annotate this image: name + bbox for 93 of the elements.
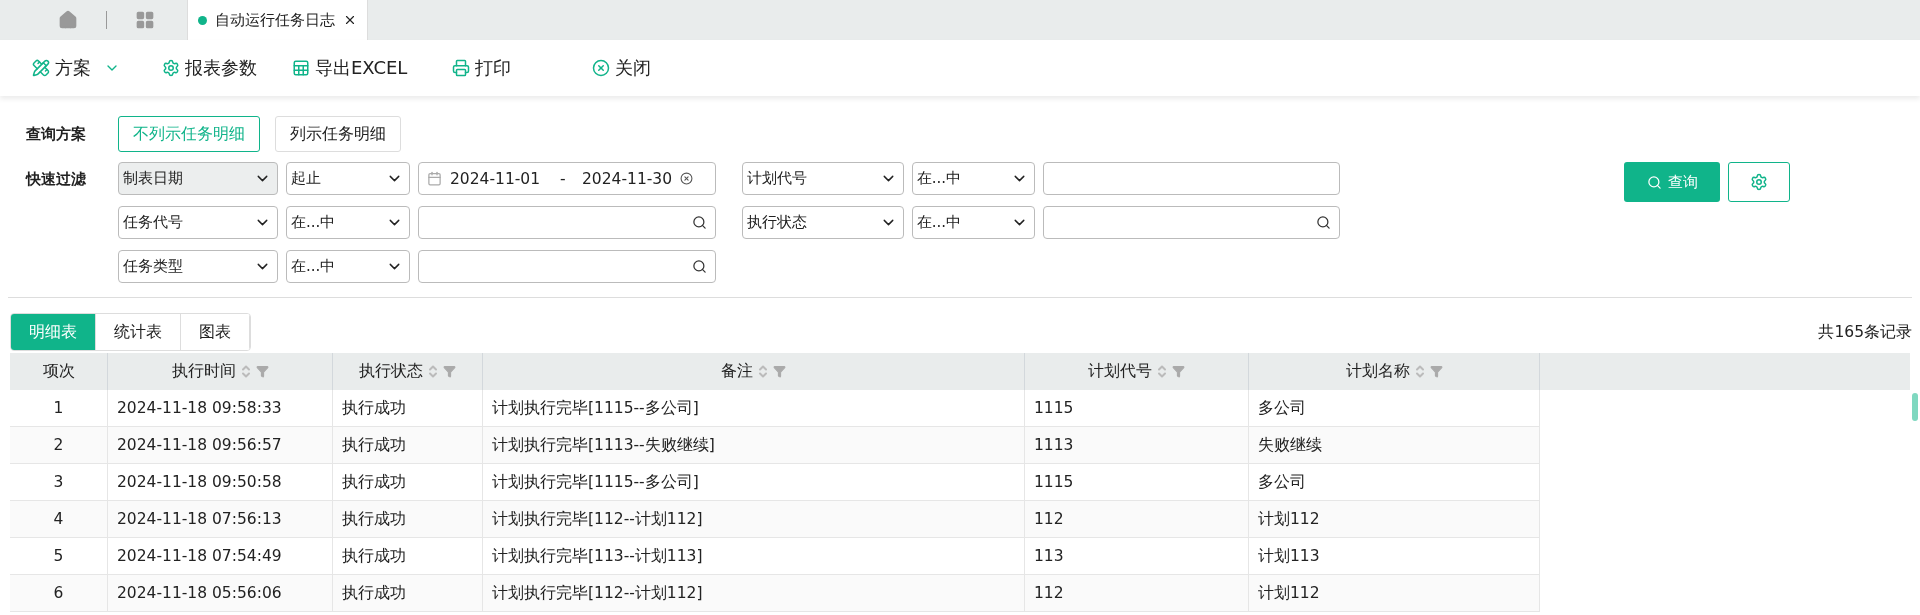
search-icon xyxy=(1646,174,1662,190)
spreadsheet-icon xyxy=(292,59,310,77)
table-cell: 执行成功 xyxy=(333,427,483,464)
column-header[interactable]: 执行状态 xyxy=(333,353,483,390)
search-icon xyxy=(692,259,707,274)
gear-icon xyxy=(1750,173,1768,191)
record-count: 共165条记录 xyxy=(1818,322,1912,343)
table-cell: 计划113 xyxy=(1249,538,1540,575)
table-cell: 执行成功 xyxy=(333,538,483,575)
table-cell: 计划112 xyxy=(1249,501,1540,538)
field-select[interactable]: 任务类型 xyxy=(118,250,278,283)
value-field[interactable] xyxy=(418,206,716,239)
grid-icon xyxy=(135,10,155,30)
plan-option-button[interactable]: 列示任务明细 xyxy=(275,116,401,152)
status-dot-icon xyxy=(198,15,207,25)
toolbar-button[interactable]: 方案 xyxy=(32,56,162,80)
operator-select[interactable]: 在...中 xyxy=(286,206,410,239)
table-cell: 执行成功 xyxy=(333,390,483,427)
table-cell: 1113 xyxy=(1025,427,1249,464)
toolbar-button[interactable]: 关闭 xyxy=(592,56,732,80)
table-cell: 执行成功 xyxy=(333,464,483,501)
table-cell: 计划执行完毕[112--计划112] xyxy=(483,501,1025,538)
value-field[interactable] xyxy=(1042,206,1340,239)
table-cell: 3 xyxy=(10,464,108,501)
calendar-icon xyxy=(427,171,442,186)
table-cell: 6 xyxy=(10,575,108,612)
table-cell: 1115 xyxy=(1025,464,1249,501)
operator-select[interactable]: 在...中 xyxy=(286,250,410,283)
filter-icon xyxy=(443,365,456,378)
date-to: 2024-11-30 xyxy=(582,169,673,188)
table-cell: 多公司 xyxy=(1249,390,1540,427)
table-cell: 2024-11-18 07:54:49 xyxy=(108,538,333,575)
field-select[interactable]: 制表日期 xyxy=(118,162,278,195)
close-icon xyxy=(592,59,610,77)
field-select[interactable]: 计划代号 xyxy=(742,162,904,195)
date-range-field[interactable]: 2024-11-01 - 2024-11-30 xyxy=(418,162,716,195)
filter-icon xyxy=(1429,365,1443,378)
filter-icon xyxy=(255,365,269,378)
settings-button[interactable] xyxy=(1728,162,1790,202)
operator-select[interactable]: 在...中 xyxy=(911,206,1035,239)
table-cell: 112 xyxy=(1025,501,1249,538)
value-field[interactable] xyxy=(418,250,716,283)
close-icon xyxy=(343,13,357,27)
table-cell: 计划执行完毕[1113--失败继续] xyxy=(483,427,1025,464)
printer-icon xyxy=(452,59,470,77)
date-separator: - xyxy=(560,169,567,188)
clear-icon xyxy=(680,172,694,185)
table-cell: 4 xyxy=(10,501,108,538)
table-cell: 5 xyxy=(10,538,108,575)
column-header[interactable]: 计划名称 xyxy=(1249,353,1540,390)
table-cell: 1 xyxy=(10,390,108,427)
value-field[interactable] xyxy=(1042,162,1340,195)
table-cell: 113 xyxy=(1025,538,1249,575)
page-tab[interactable]: 自动运行任务日志 xyxy=(187,0,368,40)
toolbar-button[interactable]: 导出EXCEL xyxy=(292,56,452,80)
column-header[interactable]: 备注 xyxy=(483,353,1025,390)
table-cell: 2 xyxy=(10,427,108,464)
operator-select[interactable]: 起止 xyxy=(286,162,410,195)
table-cell: 执行成功 xyxy=(333,501,483,538)
toolbar-button[interactable]: 报表参数 xyxy=(162,56,292,80)
search-icon xyxy=(1316,215,1331,230)
quick-filter-label: 快速过滤 xyxy=(26,170,87,190)
table-cell: 计划执行完毕[1115--多公司] xyxy=(483,464,1025,501)
pencil-ruler-icon xyxy=(32,59,50,77)
table-cell: 失败继续 xyxy=(1249,427,1540,464)
table-cell: 2024-11-18 09:56:57 xyxy=(108,427,333,464)
search-icon xyxy=(692,215,707,230)
table-cell: 112 xyxy=(1025,575,1249,612)
table-cell: 计划执行完毕[1115--多公司] xyxy=(483,390,1025,427)
column-header[interactable]: 计划代号 xyxy=(1025,353,1249,390)
table-cell: 1115 xyxy=(1025,390,1249,427)
toolbar-button[interactable]: 打印 xyxy=(452,56,592,80)
scrollbar-thumb[interactable] xyxy=(1912,393,1918,421)
field-select[interactable]: 执行状态 xyxy=(742,206,904,239)
operator-select[interactable]: 在...中 xyxy=(911,162,1035,195)
table-cell: 2024-11-18 07:56:13 xyxy=(108,501,333,538)
filter-icon xyxy=(1172,365,1185,378)
home-icon xyxy=(58,10,78,30)
column-header[interactable]: 执行时间 xyxy=(108,353,333,390)
date-from: 2024-11-01 xyxy=(450,169,542,188)
table-cell: 执行成功 xyxy=(333,575,483,612)
field-select[interactable]: 任务代号 xyxy=(118,206,278,239)
filter-icon xyxy=(773,365,786,378)
column-header[interactable]: 项次 xyxy=(10,353,108,390)
table-cell: 计划112 xyxy=(1249,575,1540,612)
table-cell: 2024-11-18 09:50:58 xyxy=(108,464,333,501)
table-cell: 计划执行完毕[113--计划113] xyxy=(483,538,1025,575)
gear-icon xyxy=(162,59,180,77)
table-cell: 计划执行完毕[112--计划112] xyxy=(483,575,1025,612)
table-cell: 多公司 xyxy=(1249,464,1540,501)
query-plan-label: 查询方案 xyxy=(26,124,87,144)
table-cell: 2024-11-18 05:56:06 xyxy=(108,575,333,612)
table-cell: 2024-11-18 09:58:33 xyxy=(108,390,333,427)
